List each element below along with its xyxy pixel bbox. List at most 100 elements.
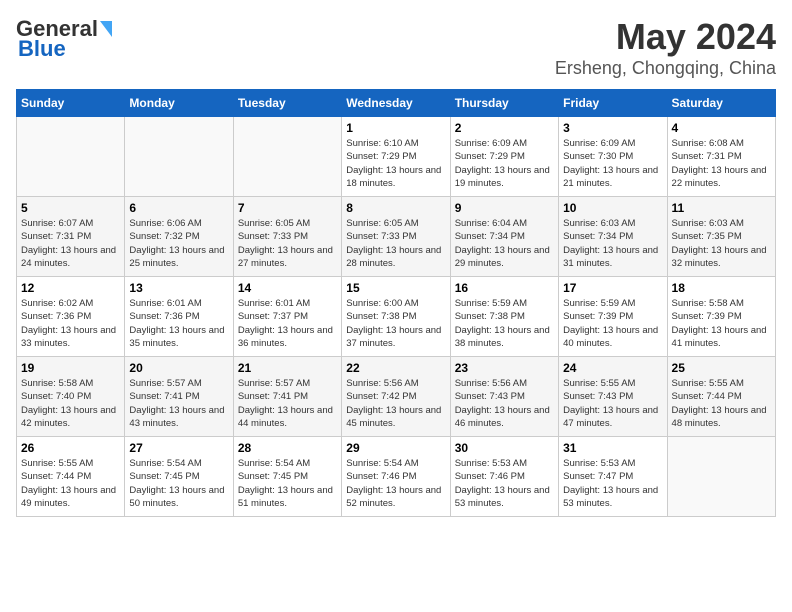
day-info: Sunrise: 6:09 AMSunset: 7:30 PMDaylight:… — [563, 137, 662, 190]
calendar-cell: 1 Sunrise: 6:10 AMSunset: 7:29 PMDaylight… — [342, 117, 450, 197]
calendar-cell: 26 Sunrise: 5:55 AMSunset: 7:44 PMDayligh… — [17, 437, 125, 517]
day-info: Sunrise: 5:54 AMSunset: 7:45 PMDaylight:… — [129, 457, 228, 510]
day-info: Sunrise: 5:59 AMSunset: 7:38 PMDaylight:… — [455, 297, 554, 350]
day-info: Sunrise: 5:58 AMSunset: 7:40 PMDaylight:… — [21, 377, 120, 430]
day-number: 31 — [563, 441, 662, 455]
day-number: 3 — [563, 121, 662, 135]
calendar-cell: 31 Sunrise: 5:53 AMSunset: 7:47 PMDayligh… — [559, 437, 667, 517]
day-info: Sunrise: 6:01 AMSunset: 7:36 PMDaylight:… — [129, 297, 228, 350]
calendar-cell: 3 Sunrise: 6:09 AMSunset: 7:30 PMDaylight… — [559, 117, 667, 197]
day-info: Sunrise: 6:02 AMSunset: 7:36 PMDaylight:… — [21, 297, 120, 350]
calendar-cell: 8 Sunrise: 6:05 AMSunset: 7:33 PMDaylight… — [342, 197, 450, 277]
day-number: 9 — [455, 201, 554, 215]
day-number: 22 — [346, 361, 445, 375]
calendar-cell: 10Sunrise: 6:03 AMSunset: 7:34 PMDayligh… — [559, 197, 667, 277]
day-info: Sunrise: 5:53 AMSunset: 7:47 PMDaylight:… — [563, 457, 662, 510]
day-number: 8 — [346, 201, 445, 215]
logo-blue: Blue — [18, 36, 66, 62]
calendar-cell: 12 Sunrise: 6:02 AMSunset: 7:36 PMDayligh… — [17, 277, 125, 357]
calendar-cell — [17, 117, 125, 197]
calendar-cell: 25 Sunrise: 5:55 AMSunset: 7:44 PMDayligh… — [667, 357, 775, 437]
calendar-cell: 7Sunrise: 6:05 AMSunset: 7:33 PMDaylight… — [233, 197, 341, 277]
calendar-cell: 27 Sunrise: 5:54 AMSunset: 7:45 PMDayligh… — [125, 437, 233, 517]
day-number: 1 — [346, 121, 445, 135]
calendar-cell: 16 Sunrise: 5:59 AMSunset: 7:38 PMDayligh… — [450, 277, 558, 357]
day-info: Sunrise: 6:00 AMSunset: 7:38 PMDaylight:… — [346, 297, 445, 350]
day-number: 20 — [129, 361, 228, 375]
day-info: Sunrise: 6:10 AMSunset: 7:29 PMDaylight:… — [346, 137, 445, 190]
day-info: Sunrise: 5:55 AMSunset: 7:43 PMDaylight:… — [563, 377, 662, 430]
calendar-cell: 4 Sunrise: 6:08 AMSunset: 7:31 PMDaylight… — [667, 117, 775, 197]
day-info: Sunrise: 5:54 AMSunset: 7:45 PMDaylight:… — [238, 457, 337, 510]
location-title: Ersheng, Chongqing, China — [555, 58, 776, 79]
day-number: 5 — [21, 201, 120, 215]
day-info: Sunrise: 5:56 AMSunset: 7:43 PMDaylight:… — [455, 377, 554, 430]
day-number: 16 — [455, 281, 554, 295]
calendar-cell: 29 Sunrise: 5:54 AMSunset: 7:46 PMDayligh… — [342, 437, 450, 517]
day-number: 11 — [672, 201, 771, 215]
calendar-cell: 24 Sunrise: 5:55 AMSunset: 7:43 PMDayligh… — [559, 357, 667, 437]
calendar-cell: 6 Sunrise: 6:06 AMSunset: 7:32 PMDaylight… — [125, 197, 233, 277]
day-number: 23 — [455, 361, 554, 375]
calendar-cell: 23 Sunrise: 5:56 AMSunset: 7:43 PMDayligh… — [450, 357, 558, 437]
calendar-cell: 13 Sunrise: 6:01 AMSunset: 7:36 PMDayligh… — [125, 277, 233, 357]
day-number: 27 — [129, 441, 228, 455]
day-info: Sunrise: 5:55 AMSunset: 7:44 PMDaylight:… — [21, 457, 120, 510]
day-number: 4 — [672, 121, 771, 135]
day-number: 14 — [238, 281, 337, 295]
day-number: 13 — [129, 281, 228, 295]
day-info: Sunrise: 6:08 AMSunset: 7:31 PMDaylight:… — [672, 137, 771, 190]
day-info: Sunrise: 6:06 AMSunset: 7:32 PMDaylight:… — [129, 217, 228, 270]
day-number: 17 — [563, 281, 662, 295]
day-number: 21 — [238, 361, 337, 375]
day-number: 2 — [455, 121, 554, 135]
day-number: 6 — [129, 201, 228, 215]
weekday-header-sunday: Sunday — [17, 90, 125, 117]
weekday-header-wednesday: Wednesday — [342, 90, 450, 117]
day-info: Sunrise: 6:09 AMSunset: 7:29 PMDaylight:… — [455, 137, 554, 190]
calendar-cell: 9 Sunrise: 6:04 AMSunset: 7:34 PMDaylight… — [450, 197, 558, 277]
day-info: Sunrise: 5:57 AMSunset: 7:41 PMDaylight:… — [129, 377, 228, 430]
day-info: Sunrise: 6:04 AMSunset: 7:34 PMDaylight:… — [455, 217, 554, 270]
day-number: 18 — [672, 281, 771, 295]
calendar-cell: 30Sunrise: 5:53 AMSunset: 7:46 PMDayligh… — [450, 437, 558, 517]
calendar-cell: 14 Sunrise: 6:01 AMSunset: 7:37 PMDayligh… — [233, 277, 341, 357]
weekday-header-tuesday: Tuesday — [233, 90, 341, 117]
day-number: 24 — [563, 361, 662, 375]
day-info: Sunrise: 6:05 AMSunset: 7:33 PMDaylight:… — [346, 217, 445, 270]
calendar-cell: 20 Sunrise: 5:57 AMSunset: 7:41 PMDayligh… — [125, 357, 233, 437]
day-info: Sunrise: 5:56 AMSunset: 7:42 PMDaylight:… — [346, 377, 445, 430]
calendar-cell: 19 Sunrise: 5:58 AMSunset: 7:40 PMDayligh… — [17, 357, 125, 437]
day-number: 29 — [346, 441, 445, 455]
day-number: 19 — [21, 361, 120, 375]
page-header: General Blue May 2024 Ersheng, Chongqing… — [16, 16, 776, 79]
day-info: Sunrise: 5:54 AMSunset: 7:46 PMDaylight:… — [346, 457, 445, 510]
day-info: Sunrise: 5:55 AMSunset: 7:44 PMDaylight:… — [672, 377, 771, 430]
day-number: 25 — [672, 361, 771, 375]
weekday-header-saturday: Saturday — [667, 90, 775, 117]
day-number: 15 — [346, 281, 445, 295]
day-number: 26 — [21, 441, 120, 455]
calendar-cell: 21Sunrise: 5:57 AMSunset: 7:41 PMDayligh… — [233, 357, 341, 437]
day-number: 28 — [238, 441, 337, 455]
weekday-header-friday: Friday — [559, 90, 667, 117]
calendar-cell — [233, 117, 341, 197]
day-info: Sunrise: 5:53 AMSunset: 7:46 PMDaylight:… — [455, 457, 554, 510]
calendar-cell: 2 Sunrise: 6:09 AMSunset: 7:29 PMDaylight… — [450, 117, 558, 197]
day-number: 12 — [21, 281, 120, 295]
day-info: Sunrise: 6:01 AMSunset: 7:37 PMDaylight:… — [238, 297, 337, 350]
day-info: Sunrise: 5:59 AMSunset: 7:39 PMDaylight:… — [563, 297, 662, 350]
day-info: Sunrise: 6:05 AMSunset: 7:33 PMDaylight:… — [238, 217, 337, 270]
calendar-cell: 11Sunrise: 6:03 AMSunset: 7:35 PMDayligh… — [667, 197, 775, 277]
logo: General Blue — [16, 16, 112, 62]
logo-arrow-icon — [100, 21, 112, 37]
calendar-cell — [667, 437, 775, 517]
day-info: Sunrise: 5:58 AMSunset: 7:39 PMDaylight:… — [672, 297, 771, 350]
calendar-cell: 18 Sunrise: 5:58 AMSunset: 7:39 PMDayligh… — [667, 277, 775, 357]
day-info: Sunrise: 6:03 AMSunset: 7:34 PMDaylight:… — [563, 217, 662, 270]
day-info: Sunrise: 6:07 AMSunset: 7:31 PMDaylight:… — [21, 217, 120, 270]
calendar-table: SundayMondayTuesdayWednesdayThursdayFrid… — [16, 89, 776, 517]
calendar-cell: 5 Sunrise: 6:07 AMSunset: 7:31 PMDaylight… — [17, 197, 125, 277]
calendar-cell: 15 Sunrise: 6:00 AMSunset: 7:38 PMDayligh… — [342, 277, 450, 357]
calendar-cell — [125, 117, 233, 197]
